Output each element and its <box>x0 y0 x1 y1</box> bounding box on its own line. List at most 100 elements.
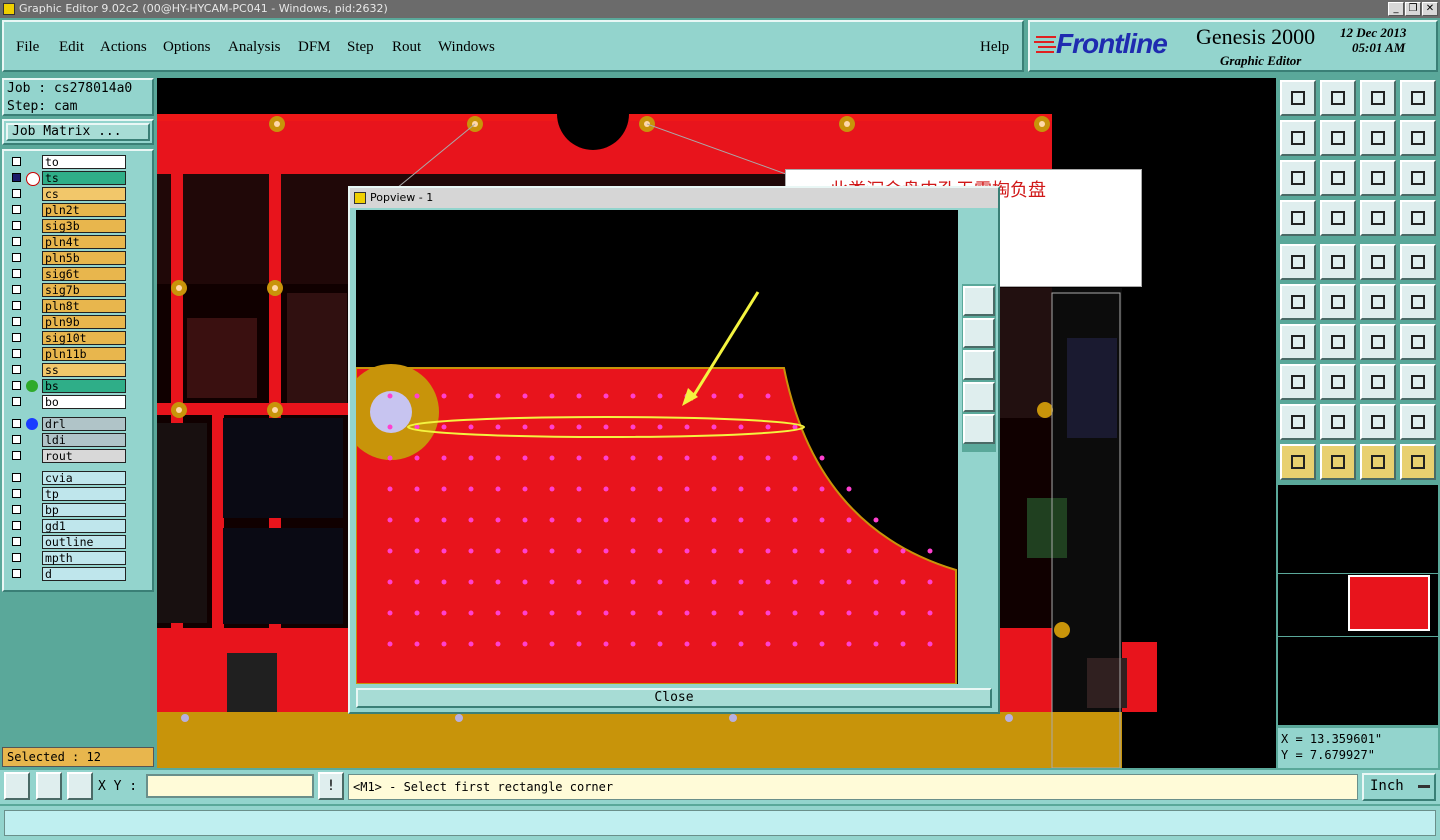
open-job-icon[interactable] <box>1280 80 1316 116</box>
center-icon[interactable] <box>1320 160 1356 196</box>
save-icon[interactable] <box>1320 80 1356 116</box>
help-icon[interactable] <box>1400 160 1436 196</box>
layer-row-to[interactable]: to <box>8 155 126 169</box>
alert-icon[interactable]: ! <box>318 772 344 800</box>
close-window-button[interactable]: ✕ <box>1422 2 1438 16</box>
layer-checkbox[interactable] <box>12 317 21 326</box>
layer-row-outline[interactable]: outline <box>8 535 126 549</box>
import-icon[interactable] <box>1280 120 1316 156</box>
menu-edit[interactable]: Edit <box>59 39 84 56</box>
menu-options[interactable]: Options <box>163 39 211 56</box>
triangle-c-icon[interactable] <box>1360 404 1396 440</box>
draw-icon[interactable] <box>1320 244 1356 280</box>
resize-icon[interactable] <box>1360 364 1396 400</box>
triangle-d-icon[interactable] <box>1400 404 1436 440</box>
layer-row-bs[interactable]: bs <box>8 379 126 393</box>
pad-icon[interactable] <box>1280 244 1316 280</box>
layer-checkbox[interactable] <box>12 349 21 358</box>
layer-row-cs[interactable]: cs <box>8 187 126 201</box>
redo-icon[interactable] <box>1400 120 1436 156</box>
layer-checkbox[interactable] <box>12 333 21 342</box>
layer-checkbox[interactable] <box>12 521 21 530</box>
layer-row-bo[interactable]: bo <box>8 395 126 409</box>
layer-checkbox[interactable] <box>12 489 21 498</box>
layer-row-rout[interactable]: rout <box>8 449 126 463</box>
layer-checkbox[interactable] <box>12 221 21 230</box>
select-icon[interactable] <box>1280 444 1316 480</box>
maximize-button[interactable]: ❐ <box>1405 2 1421 16</box>
mirror-icon[interactable] <box>1400 324 1436 360</box>
layer-row-bp[interactable]: bp <box>8 503 126 517</box>
settings-icon[interactable] <box>1280 200 1316 236</box>
layer-checkbox[interactable] <box>12 569 21 578</box>
layer-row-sig10t[interactable]: sig10t <box>8 331 126 345</box>
select-box-icon[interactable] <box>1320 444 1356 480</box>
export-icon[interactable] <box>1320 120 1356 156</box>
job-matrix-button[interactable]: Job Matrix ... <box>6 123 150 141</box>
menu-file[interactable]: File <box>16 39 39 56</box>
menu-rout[interactable]: Rout <box>392 39 421 56</box>
overview-map[interactable] <box>1278 485 1438 725</box>
layer-row-pln11b[interactable]: pln11b <box>8 347 126 361</box>
layer-row-pln2t[interactable]: pln2t <box>8 203 126 217</box>
layer-checkbox[interactable] <box>12 397 21 406</box>
home-icon[interactable] <box>1360 80 1396 116</box>
layer-row-pln9b[interactable]: pln9b <box>8 315 126 329</box>
layer-checkbox[interactable] <box>12 505 21 514</box>
copy-icon[interactable] <box>1400 284 1436 320</box>
rotate-icon[interactable] <box>1360 324 1396 360</box>
layer-checkbox[interactable] <box>12 189 21 198</box>
popview-zoom-in-icon[interactable] <box>963 286 995 316</box>
group-icon[interactable] <box>1400 364 1436 400</box>
layer-row-cvia[interactable]: cvia <box>8 471 126 485</box>
layer-row-tp[interactable]: tp <box>8 487 126 501</box>
popview-center-icon[interactable] <box>963 414 995 444</box>
layer-row-mpth[interactable]: mpth <box>8 551 126 565</box>
layer-checkbox[interactable] <box>12 269 21 278</box>
zoom-window-icon[interactable] <box>4 772 30 800</box>
ruler-icon[interactable] <box>1360 244 1396 280</box>
stretch-icon[interactable] <box>1320 364 1356 400</box>
layer-checkbox[interactable] <box>12 473 21 482</box>
layer-row-gd1[interactable]: gd1 <box>8 519 126 533</box>
snap-icon[interactable] <box>1400 200 1436 236</box>
popview-fit-icon[interactable] <box>963 382 995 412</box>
layer-checkbox[interactable] <box>12 157 21 166</box>
units-dropdown[interactable]: Inch <box>1362 773 1436 801</box>
triangle-b-icon[interactable] <box>1320 404 1356 440</box>
grid-icon[interactable] <box>1320 200 1356 236</box>
layer-row-d[interactable]: d <box>8 567 126 581</box>
xy-input[interactable] <box>146 774 314 798</box>
delete-icon[interactable] <box>1320 284 1356 320</box>
drag-icon[interactable] <box>1280 364 1316 400</box>
layer-checkbox[interactable] <box>12 435 21 444</box>
arc-icon[interactable] <box>1320 324 1356 360</box>
undo-icon[interactable] <box>1360 120 1396 156</box>
layer-row-ts[interactable]: ts <box>8 171 126 186</box>
layer-row-pln5b[interactable]: pln5b <box>8 251 126 265</box>
popview-pan-right-icon[interactable] <box>963 350 995 380</box>
layer-checkbox[interactable] <box>12 253 21 262</box>
measure-icon[interactable] <box>36 772 62 800</box>
line-icon[interactable] <box>1280 324 1316 360</box>
net-icon[interactable] <box>1280 284 1316 320</box>
popview-title-bar[interactable]: Popview - 1 <box>350 188 998 208</box>
layer-checkbox[interactable] <box>12 381 21 390</box>
menu-windows[interactable]: Windows <box>438 39 495 56</box>
select-arrow-icon[interactable] <box>1360 444 1396 480</box>
layer-checkbox[interactable] <box>12 301 21 310</box>
layer-row-drl[interactable]: drl <box>8 417 126 431</box>
layer-row-sig6t[interactable]: sig6t <box>8 267 126 281</box>
menu-dfm[interactable]: DFM <box>298 39 331 56</box>
menu-step[interactable]: Step <box>347 39 374 56</box>
layer-checkbox[interactable] <box>12 285 21 294</box>
layout-icon[interactable] <box>1400 80 1436 116</box>
layer-row-ss[interactable]: ss <box>8 363 126 377</box>
popview-close-button[interactable]: Close <box>356 688 992 708</box>
layers-icon[interactable] <box>1360 200 1396 236</box>
move-icon[interactable] <box>1360 284 1396 320</box>
layer-row-ldi[interactable]: ldi <box>8 433 126 447</box>
menu-help[interactable]: Help <box>980 39 1009 56</box>
popview-pan-left-icon[interactable] <box>963 318 995 348</box>
layer-checkbox[interactable] <box>12 537 21 546</box>
